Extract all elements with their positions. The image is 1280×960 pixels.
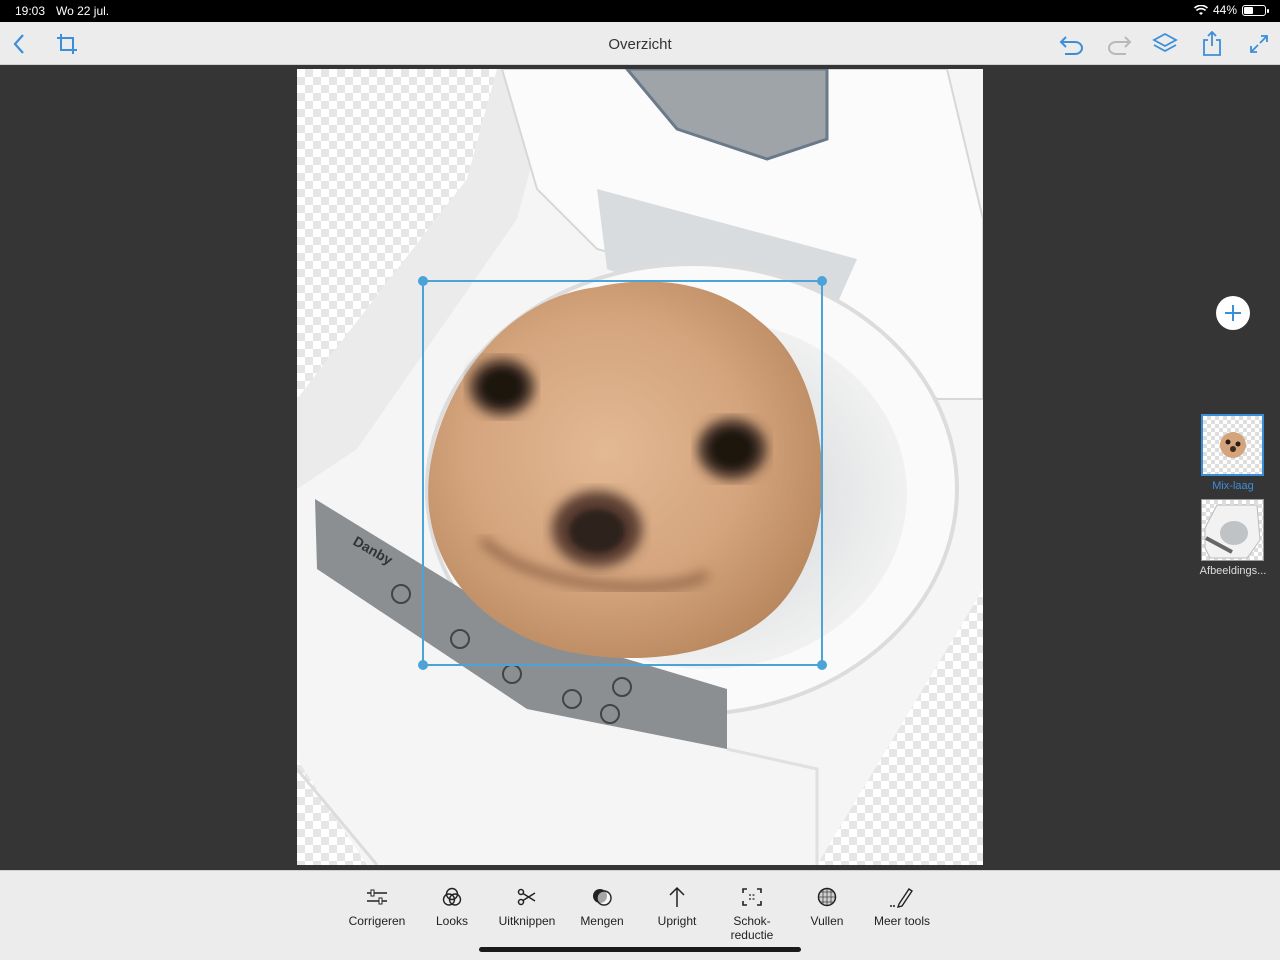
tool-looks[interactable]: Looks xyxy=(414,885,490,928)
layers-button[interactable] xyxy=(1151,30,1179,58)
status-time: 19:03 xyxy=(15,4,46,18)
tool-label: Uitknippen xyxy=(498,914,556,928)
home-indicator[interactable] xyxy=(479,947,801,952)
handle-top-left[interactable] xyxy=(418,276,428,286)
upright-arrow-icon xyxy=(669,886,685,907)
battery-icon xyxy=(1242,4,1269,16)
composite-image: Danby xyxy=(297,69,983,865)
plus-icon xyxy=(1225,305,1241,321)
shake-reduction-icon xyxy=(742,888,762,906)
page-title: Overzicht xyxy=(608,36,672,53)
battery-percent: 44% xyxy=(1212,3,1237,17)
top-toolbar: Overzicht xyxy=(0,22,1280,65)
undo-button[interactable] xyxy=(1058,30,1086,58)
dog-thumbnail xyxy=(1220,432,1246,458)
tool-label: Schok- reductie xyxy=(730,914,774,942)
status-date: Wo 22 jul. xyxy=(56,4,110,18)
layer-thumb-mix[interactable] xyxy=(1201,414,1264,476)
redo-button[interactable] xyxy=(1105,30,1133,58)
layers-icon xyxy=(1152,32,1178,53)
handle-bottom-left[interactable] xyxy=(418,660,428,670)
tool-mengen[interactable]: Mengen xyxy=(564,885,640,928)
circles-icon xyxy=(442,887,462,906)
tool-uitknippen[interactable]: Uitknippen xyxy=(489,885,565,928)
tool-label: Upright xyxy=(657,914,697,928)
layer-label-mix: Mix-laag xyxy=(1212,480,1254,492)
blend-icon xyxy=(593,889,612,906)
tool-label: Corrigeren xyxy=(348,914,406,928)
tool-corrigeren[interactable]: Corrigeren xyxy=(339,885,415,928)
image-canvas[interactable]: Danby xyxy=(297,69,983,865)
tool-label: Looks xyxy=(435,914,469,928)
battery-fill xyxy=(1244,6,1253,14)
wifi-icon xyxy=(1193,4,1208,15)
scissors-icon xyxy=(517,888,536,906)
tool-vullen[interactable]: Vullen xyxy=(789,885,865,928)
tool-upright[interactable]: Upright xyxy=(639,885,715,928)
fill-globe-icon xyxy=(817,887,837,907)
pencil-icon xyxy=(890,888,913,908)
share-button[interactable] xyxy=(1198,30,1226,58)
tool-schokreductie[interactable]: Schok- reductie xyxy=(714,885,790,942)
sliders-icon xyxy=(367,889,387,905)
redo-icon xyxy=(1108,36,1132,55)
fullscreen-button[interactable] xyxy=(1245,30,1273,58)
layer-thumb-image[interactable] xyxy=(1201,499,1264,561)
washer-thumbnail xyxy=(1204,504,1261,559)
layer-label-image: Afbeeldings... xyxy=(1199,565,1267,577)
handle-top-right[interactable] xyxy=(817,276,827,286)
tool-label: Meer tools xyxy=(873,914,931,928)
tool-label: Vullen xyxy=(810,914,844,928)
expand-icon xyxy=(1250,35,1268,53)
workspace: Danby xyxy=(0,65,1280,870)
share-icon xyxy=(1203,31,1221,56)
undo-icon xyxy=(1059,36,1083,55)
tool-meer-tools[interactable]: Meer tools xyxy=(864,885,940,928)
status-right: 44% xyxy=(1193,3,1269,17)
handle-bottom-right[interactable] xyxy=(817,660,827,670)
tool-label: Mengen xyxy=(580,914,624,928)
add-layer-button[interactable] xyxy=(1216,296,1250,330)
status-bar: 19:03 Wo 22 jul. 44% xyxy=(0,0,1280,22)
